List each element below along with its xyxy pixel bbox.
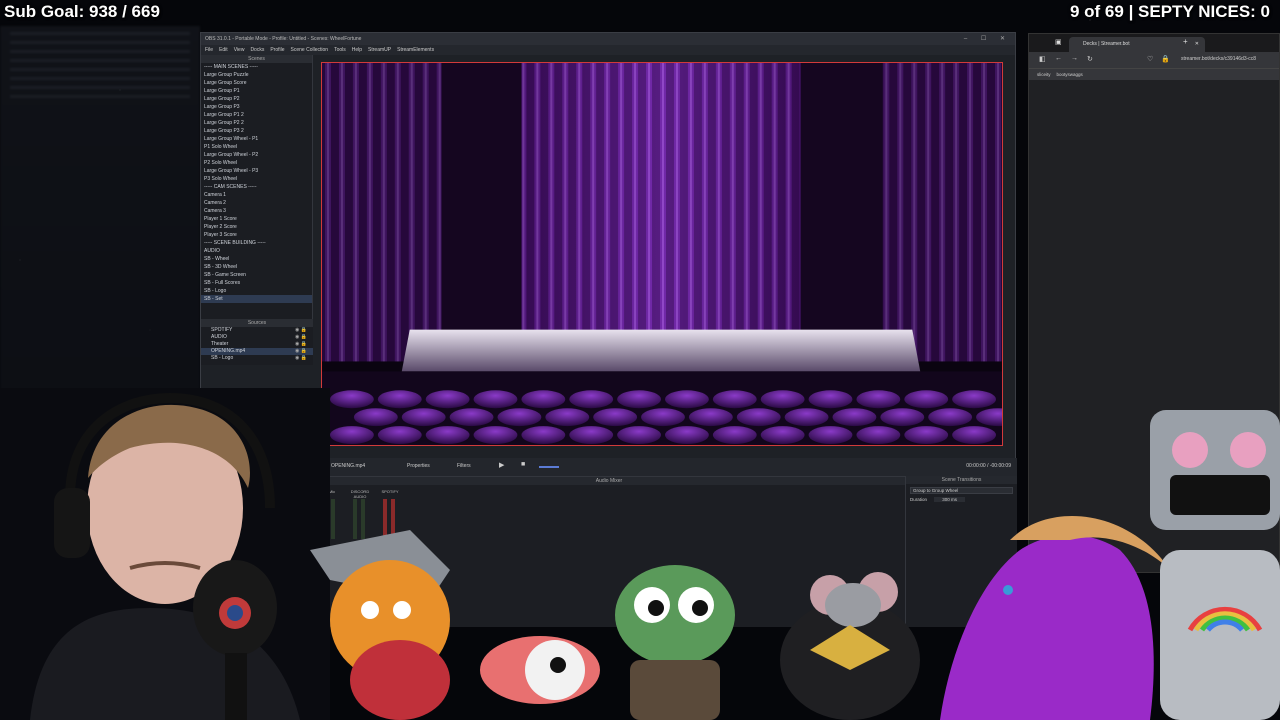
address-bar[interactable]: streamer.bot/decks/c39146d3-cc8 (1181, 56, 1256, 62)
blurred-background-window (0, 26, 200, 396)
scene-item[interactable]: SB - 3D Wheel (201, 263, 312, 271)
scene-item[interactable]: SB - Logo (201, 287, 312, 295)
scene-item[interactable]: Large Group P1 (201, 87, 312, 95)
menu-item-edit[interactable]: Edit (219, 45, 228, 55)
scene-item[interactable]: Large Group P2 (201, 95, 312, 103)
menu-item-docks[interactable]: Docks (250, 45, 264, 55)
visibility-icon[interactable]: ◉ 🔒 (295, 341, 307, 348)
source-item[interactable]: OPENING.mp4 ◉ 🔒 (201, 348, 313, 355)
source-name: Theater (211, 341, 229, 347)
source-item[interactable]: Theater ◉ 🔒 (201, 341, 313, 348)
close-tab-icon[interactable]: ✕ (1195, 37, 1199, 52)
orange-bird-sticker (310, 530, 450, 720)
tab-actions-icon[interactable]: ▣ (1055, 38, 1062, 46)
sources-dock: Sources SPOTIFY ◉ 🔒 AUDIO ◉ 🔒 Theater ◉ 🔒 OPEN… (201, 319, 313, 365)
visibility-icon[interactable]: ◉ 🔒 (295, 348, 307, 355)
obs-title-bar: OBS 31.0.1 - Portable Mode - Profile: Un… (201, 33, 1015, 45)
visibility-icon[interactable]: ◉ 🔒 (295, 334, 307, 341)
obs-window-title: OBS 31.0.1 - Portable Mode - Profile: Un… (205, 36, 362, 42)
frog-sticker (615, 565, 735, 720)
scene-item[interactable]: SB - Full Scores (201, 279, 312, 287)
scene-item[interactable]: ----- MAIN SCENES ----- (201, 63, 312, 71)
source-item[interactable]: SPOTIFY ◉ 🔒 (201, 327, 313, 334)
scene-item[interactable]: Player 3 Score (201, 231, 312, 239)
back-icon[interactable]: ← (1055, 55, 1062, 62)
browser-tab-title: Decks | Streamer.bot (1083, 41, 1130, 47)
scene-item[interactable]: P3 Solo Wheel (201, 175, 312, 183)
menu-item-view[interactable]: View (234, 45, 245, 55)
source-item[interactable]: SB - Logo ◉ 🔒 (201, 355, 313, 362)
forward-icon[interactable]: → (1071, 55, 1078, 62)
menu-item-streamelements[interactable]: StreamElements (397, 45, 434, 55)
scene-item[interactable]: Large Group Score (201, 79, 312, 87)
reload-icon[interactable]: ↻ (1087, 55, 1093, 63)
robot-sticker (1150, 410, 1280, 720)
visibility-icon[interactable]: ◉ 🔒 (295, 327, 307, 334)
pink-fish-sticker (480, 636, 600, 704)
scene-item[interactable]: SB - Wheel (201, 255, 312, 263)
scene-item[interactable]: Camera 1 (201, 191, 312, 199)
obs-menu-bar: File Edit View Docks Profile Scene Collection… (201, 45, 1015, 55)
menu-item-file[interactable]: File (205, 45, 213, 55)
purple-horse-sticker (940, 516, 1170, 720)
browser-toolbar: ◧ ← → ↻ ♡ 🔒 streamer.bot/decks/c39146d3-… (1029, 52, 1279, 68)
scene-item[interactable]: Player 1 Score (201, 215, 312, 223)
scene-item[interactable]: Large Group Wheel - P1 (201, 135, 312, 143)
source-list: SPOTIFY ◉ 🔒 AUDIO ◉ 🔒 Theater ◉ 🔒 OPENING.mp4 ◉… (201, 327, 313, 362)
source-name: AUDIO (211, 334, 227, 340)
streamer-image (0, 388, 330, 720)
sidebar-icon[interactable]: ◧ (1039, 55, 1046, 63)
scene-list: ----- MAIN SCENES ----- Large Group Puzzl… (201, 63, 312, 303)
scene-item[interactable]: Camera 3 (201, 207, 312, 215)
heart-icon[interactable]: ♡ (1147, 55, 1153, 63)
scene-item[interactable]: P2 Solo Wheel (201, 159, 312, 167)
bookmark-item[interactable]: sliceity (1037, 69, 1051, 80)
scene-item[interactable]: Large Group P2 2 (201, 119, 312, 127)
scene-item[interactable]: Player 2 Score (201, 223, 312, 231)
source-name: SPOTIFY (211, 327, 233, 333)
scene-item[interactable]: P1 Solo Wheel (201, 143, 312, 151)
menu-item-help[interactable]: Help (352, 45, 362, 55)
scene-item[interactable]: Large Group P1 2 (201, 111, 312, 119)
bookmark-item[interactable]: bootyswaggs (1057, 69, 1083, 80)
menu-item-streamup[interactable]: StreamUP (368, 45, 391, 55)
scene-item[interactable]: AUDIO (201, 247, 312, 255)
scenes-header: Scenes (201, 55, 312, 63)
menu-item-profile[interactable]: Profile (270, 45, 284, 55)
scene-item[interactable]: Large Group Wheel - P3 (201, 167, 312, 175)
new-tab-icon[interactable]: + (1183, 37, 1188, 46)
browser-tab-strip: ▣ Decks | Streamer.bot ✕ + (1029, 34, 1279, 52)
window-controls[interactable]: – ☐ ✕ (964, 33, 1011, 45)
sub-goal-counter: Sub Goal: 938 / 669 (4, 2, 160, 21)
scene-item[interactable]: Large Group Wheel - P2 (201, 151, 312, 159)
scene-item[interactable]: Large Group Puzzle (201, 71, 312, 79)
source-name: SB - Logo (211, 355, 234, 361)
source-item[interactable]: AUDIO ◉ 🔒 (201, 334, 313, 341)
scene-item[interactable]: SB - Set (201, 295, 312, 303)
septy-nices-counter: 9 of 69 | SEPTY NICES: 0 (1069, 2, 1270, 21)
scene-item[interactable]: Large Group P3 2 (201, 127, 312, 135)
character-stickers (310, 410, 1280, 720)
menu-item-tools[interactable]: Tools (334, 45, 346, 55)
scene-item[interactable]: SB - Game Screen (201, 271, 312, 279)
menu-item-scene-collection[interactable]: Scene Collection (291, 45, 329, 55)
sources-header: Sources (201, 319, 313, 327)
scene-item[interactable]: Large Group P3 (201, 103, 312, 111)
source-name: OPENING.mp4 (211, 348, 246, 354)
rat-sticker (780, 572, 920, 720)
visibility-icon[interactable]: ◉ 🔒 (295, 355, 307, 362)
scene-item[interactable]: ----- CAM SCENES ----- (201, 183, 312, 191)
webcam-streamer (0, 388, 330, 720)
bookmarks-bar: sliceity bootyswaggs (1029, 68, 1279, 80)
scene-item[interactable]: ----- SCENE BUILDING ----- (201, 239, 312, 247)
scenes-dock: Scenes ----- MAIN SCENES ----- Large Grou… (201, 55, 313, 333)
lock-icon: 🔒 (1161, 56, 1170, 63)
scene-item[interactable]: Camera 2 (201, 199, 312, 207)
